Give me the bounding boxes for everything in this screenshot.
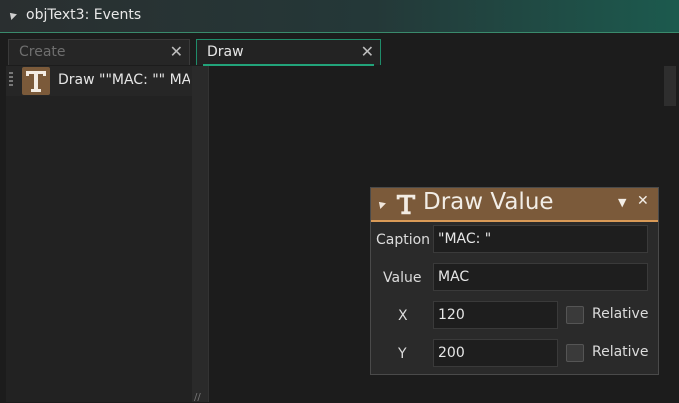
event-action-list: Draw ""MAC: "" MA [6, 66, 193, 402]
x-relative-label: Relative [592, 306, 649, 322]
tab-draw-label: Draw [207, 44, 244, 60]
drag-handle-icon[interactable] [9, 72, 13, 88]
resize-grip-icon[interactable]: // [194, 392, 201, 403]
close-icon[interactable]: ✕ [637, 193, 649, 209]
vertical-scrollbar[interactable] [664, 66, 676, 106]
x-label: X [398, 308, 408, 324]
tab-bar: Create ✕ Draw ✕ [0, 33, 679, 66]
window-title: objText3: Events [26, 7, 142, 23]
y-field[interactable]: 200 [433, 339, 558, 367]
action-title: Draw Value [423, 189, 554, 215]
value-label: Value [383, 270, 422, 286]
tab-create[interactable]: Create ✕ [8, 39, 190, 65]
x-relative-checkbox[interactable] [566, 306, 584, 324]
event-label: Draw ""MAC: "" MA [58, 72, 190, 88]
text-t-icon [22, 67, 50, 95]
tab-draw[interactable]: Draw ✕ [196, 39, 381, 66]
active-tab-indicator [203, 64, 374, 66]
y-relative-label: Relative [592, 344, 649, 360]
draw-value-action-panel: Draw Value ▼ ✕ Caption "MAC: " Value MAC… [370, 187, 659, 375]
x-field[interactable]: 120 [433, 301, 558, 329]
list-item[interactable]: Draw ""MAC: "" MA [6, 66, 192, 96]
text-t-icon [393, 191, 419, 221]
value-field[interactable]: MAC [433, 263, 648, 291]
close-icon[interactable]: ✕ [361, 42, 374, 61]
splitter-gutter[interactable] [192, 66, 209, 402]
close-icon[interactable]: ✕ [170, 42, 183, 61]
collapse-arrow-icon[interactable] [7, 10, 17, 20]
y-relative-checkbox[interactable] [566, 344, 584, 362]
window-titlebar: objText3: Events [0, 0, 679, 33]
collapse-arrow-icon[interactable] [376, 199, 386, 209]
caption-label: Caption [376, 232, 431, 248]
tab-create-label: Create [19, 44, 66, 60]
y-label: Y [398, 346, 407, 362]
caption-field[interactable]: "MAC: " [433, 225, 648, 253]
chevron-down-icon[interactable]: ▼ [618, 196, 626, 209]
action-header[interactable]: Draw Value ▼ ✕ [371, 188, 658, 222]
